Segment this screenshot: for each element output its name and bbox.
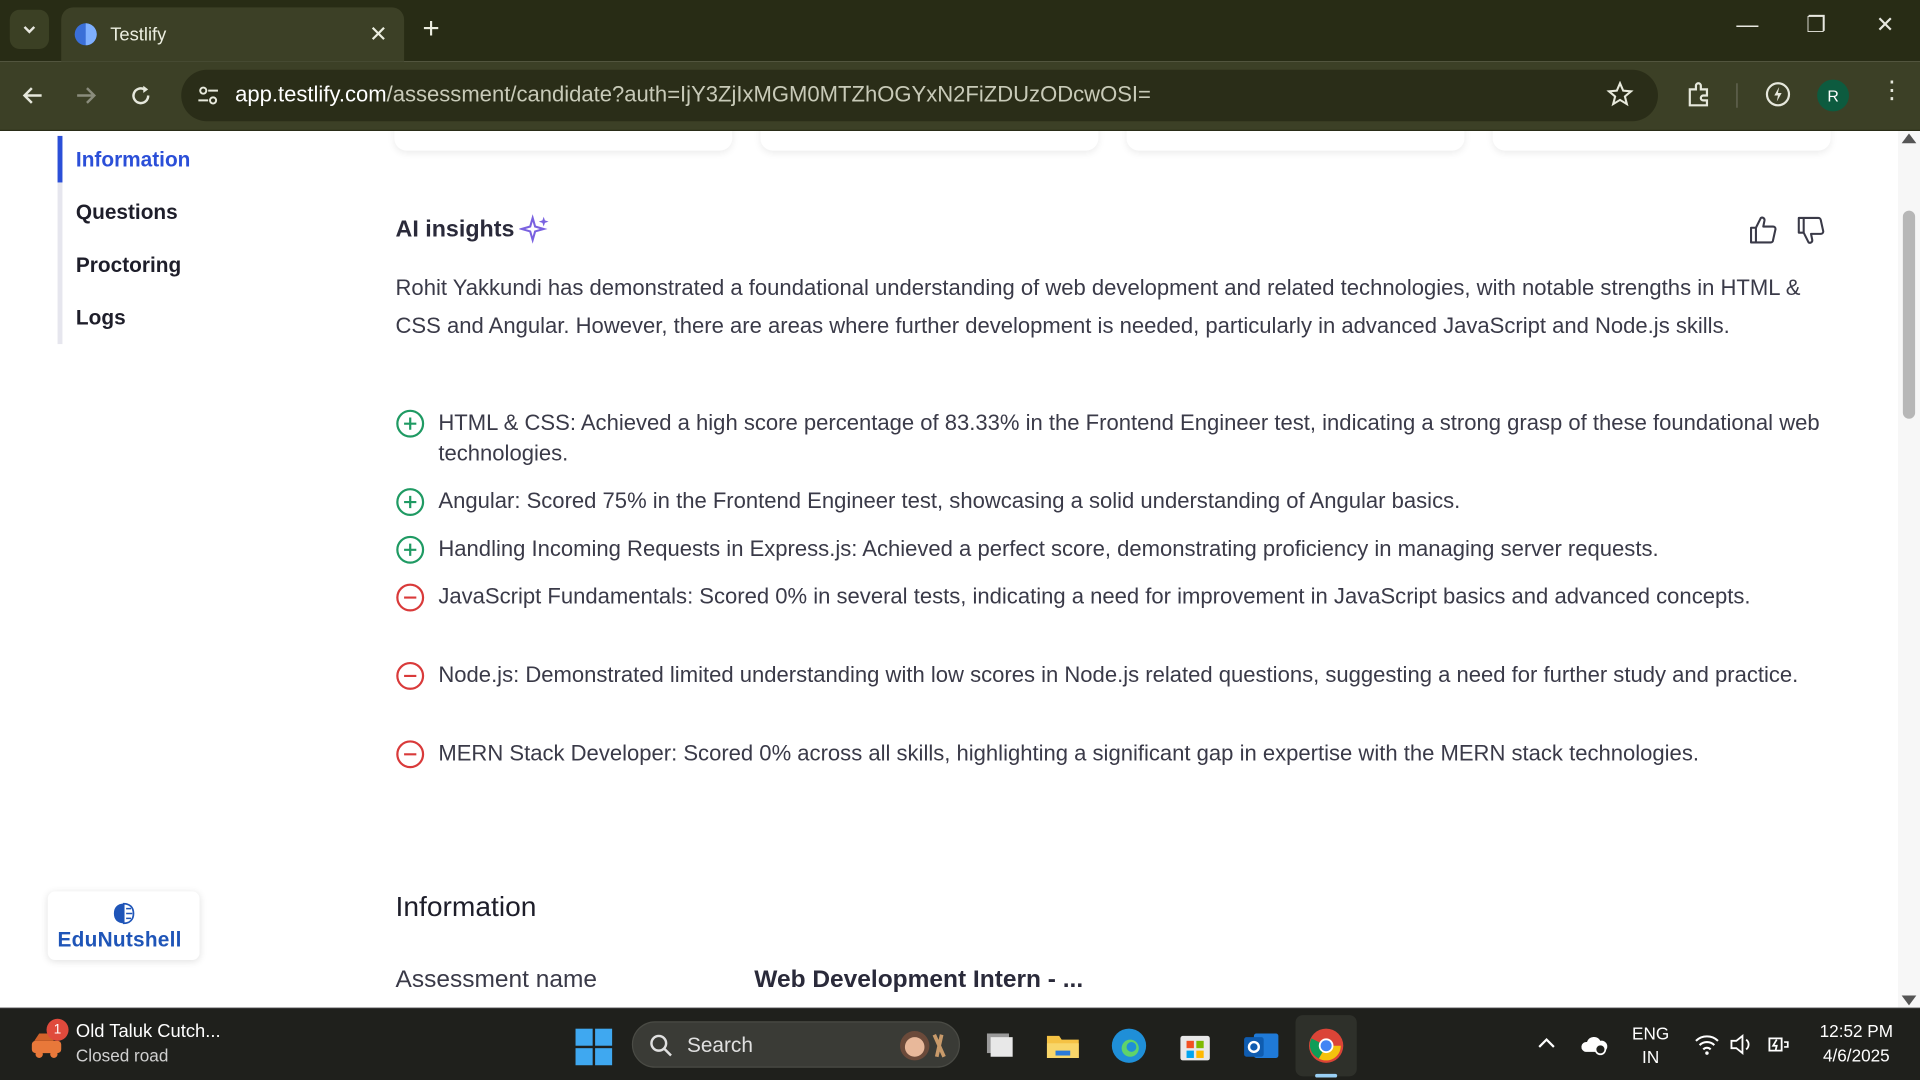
- search-icon: [650, 1034, 672, 1057]
- nav-item-proctoring[interactable]: Proctoring: [76, 253, 181, 277]
- close-window-icon[interactable]: ✕: [1876, 12, 1894, 38]
- widget-subtitle: Closed road: [75, 1045, 169, 1066]
- scroll-down-arrow-icon[interactable]: [1901, 995, 1917, 1006]
- browser-toolbar: app.testlify.com/assessment/candidate?au…: [0, 61, 1920, 132]
- restore-icon[interactable]: ❐: [1806, 12, 1826, 38]
- scroll-up-arrow-icon[interactable]: [1901, 133, 1917, 144]
- url-path: /assessment/candidate?auth=IjY3ZjIxMGM0M…: [386, 82, 1151, 107]
- tab-close-icon[interactable]: ✕: [365, 21, 392, 47]
- reload-button[interactable]: [124, 78, 158, 112]
- edge-browser-icon[interactable]: [1109, 1026, 1148, 1065]
- windows-taskbar: 1 Old Taluk Cutch... Closed road Search …: [0, 1007, 1920, 1080]
- minus-circle-icon: [396, 583, 425, 612]
- notification-badge: 1: [46, 1018, 69, 1041]
- section-nav: Information Questions Proctoring Logs: [57, 135, 303, 345]
- search-highlight-icon: [900, 1031, 946, 1061]
- widget-title[interactable]: Old Taluk Cutch...: [76, 1021, 221, 1042]
- profile-avatar[interactable]: R: [1817, 79, 1849, 112]
- insight-text: JavaScript Fundamentals: Scored 0% in se…: [438, 584, 1751, 609]
- minus-circle-icon: [396, 661, 425, 690]
- back-button[interactable]: [16, 78, 50, 112]
- outlook-icon[interactable]: [1242, 1026, 1281, 1065]
- information-heading: Information: [395, 890, 537, 923]
- ai-summary-text: Rohit Yakkundi has demonstrated a founda…: [395, 275, 1801, 338]
- minimize-icon[interactable]: —: [1736, 12, 1758, 38]
- microsoft-store-icon[interactable]: [1176, 1026, 1215, 1065]
- ai-insights-title: AI insights: [395, 216, 515, 243]
- more-menu-icon[interactable]: ⋮: [1880, 78, 1904, 102]
- assessment-name-value: Web Development Intern - ...: [754, 966, 1084, 994]
- logo-text: EduNutshell: [57, 928, 182, 952]
- score-card: [394, 131, 733, 151]
- page-content: Information Questions Proctoring Logs AI…: [0, 131, 1898, 1008]
- windows-start-icon[interactable]: [575, 1028, 613, 1066]
- plus-circle-icon: [396, 488, 425, 517]
- performance-icon[interactable]: [1763, 80, 1792, 109]
- search-placeholder: Search: [686, 1033, 753, 1057]
- extensions-icon[interactable]: [1685, 80, 1714, 109]
- company-logo: EduNutshell: [47, 891, 200, 961]
- assessment-name-label: Assessment name: [395, 966, 597, 994]
- chrome-browser-icon[interactable]: [1307, 1026, 1346, 1065]
- battery-charging-icon[interactable]: [1766, 1033, 1793, 1055]
- forward-button[interactable]: [69, 78, 103, 112]
- nav-item-logs[interactable]: Logs: [76, 306, 126, 330]
- thumbs-up-icon[interactable]: [1747, 214, 1779, 246]
- brain-icon: [113, 902, 135, 925]
- plus-circle-icon: [396, 535, 425, 564]
- address-bar[interactable]: app.testlify.com/assessment/candidate?au…: [181, 69, 1658, 122]
- active-indicator: [57, 135, 63, 183]
- insight-text: HTML & CSS: Achieved a high score percen…: [438, 410, 1820, 466]
- plus-circle-icon: [396, 409, 425, 438]
- insight-text: MERN Stack Developer: Scored 0% across a…: [438, 740, 1699, 766]
- clock-time[interactable]: 12:52 PM: [1807, 1021, 1905, 1041]
- insight-text: Handling Incoming Requests in Express.js…: [438, 536, 1659, 561]
- tab-search-button[interactable]: [9, 9, 49, 49]
- insight-text: Angular: Scored 75% in the Frontend Engi…: [438, 488, 1461, 514]
- nav-item-questions[interactable]: Questions: [76, 201, 178, 225]
- scrollbar-thumb[interactable]: [1902, 210, 1916, 419]
- insight-text: Node.js: Demonstrated limited understand…: [438, 662, 1799, 687]
- sparkle-icon: [519, 214, 549, 244]
- score-card: [1126, 131, 1465, 151]
- language-indicator[interactable]: ENG: [1631, 1024, 1670, 1044]
- tab-title: Testlify: [110, 23, 167, 45]
- wifi-icon[interactable]: [1695, 1033, 1719, 1055]
- url-text: app.testlify.com/assessment/candidate?au…: [235, 82, 1151, 108]
- page-scrollbar[interactable]: [1897, 131, 1920, 1008]
- minus-circle-icon: [396, 740, 425, 769]
- site-info-icon[interactable]: [196, 83, 220, 107]
- testlify-favicon-icon: [74, 23, 97, 46]
- score-card: [1492, 131, 1831, 151]
- toolbar-divider: [1736, 83, 1738, 108]
- volume-icon[interactable]: [1729, 1033, 1753, 1055]
- chevron-down-icon: [23, 26, 36, 34]
- thumbs-down-icon[interactable]: [1795, 214, 1827, 246]
- onedrive-icon[interactable]: [1580, 1033, 1609, 1056]
- browser-tab[interactable]: Testlify ✕: [61, 7, 405, 62]
- taskbar-search[interactable]: Search: [631, 1021, 961, 1068]
- bookmark-star-icon[interactable]: [1606, 80, 1634, 108]
- browser-tab-strip: Testlify ✕ + — ❐ ✕: [0, 0, 1920, 62]
- arrow-right-icon: [77, 87, 97, 104]
- clock-date: 4/6/2025: [1822, 1045, 1890, 1066]
- chevron-up-icon[interactable]: [1537, 1033, 1557, 1053]
- url-host: app.testlify.com: [235, 82, 387, 107]
- reload-icon: [132, 85, 150, 105]
- score-card: [760, 131, 1099, 151]
- nav-item-information[interactable]: Information: [76, 148, 190, 172]
- active-app-indicator: [1315, 1073, 1338, 1078]
- arrow-left-icon: [22, 87, 42, 104]
- new-tab-button[interactable]: +: [422, 14, 439, 44]
- task-view-icon[interactable]: [980, 1026, 1019, 1065]
- file-explorer-icon[interactable]: [1043, 1026, 1082, 1065]
- region-indicator: IN: [1642, 1046, 1660, 1067]
